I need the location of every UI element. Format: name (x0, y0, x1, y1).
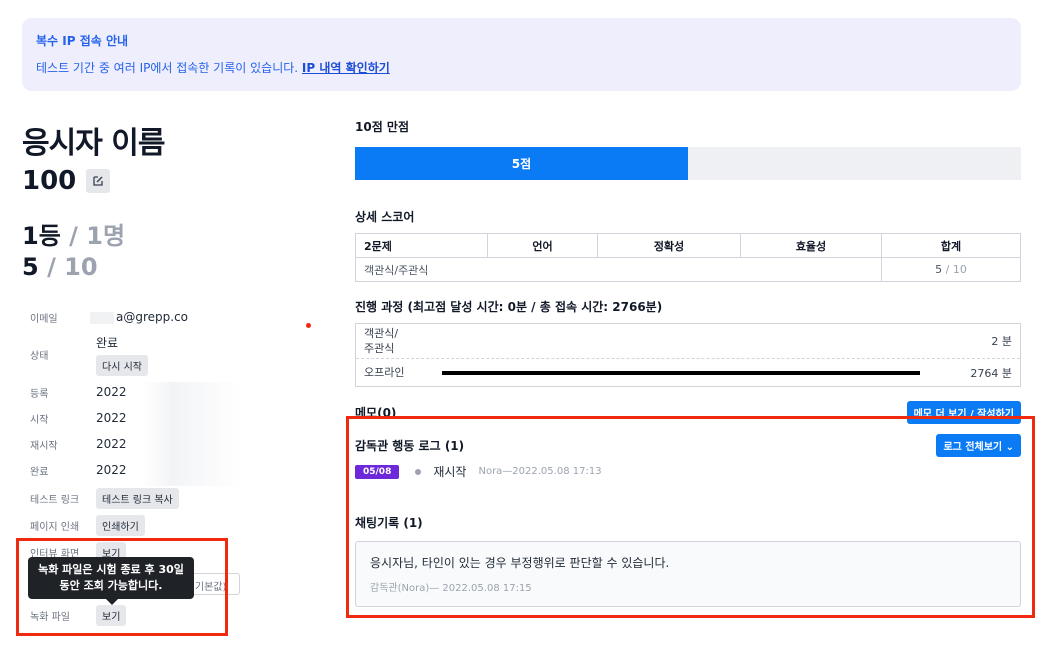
score-bar: 5점 (355, 147, 1021, 180)
masked-text (90, 311, 114, 324)
ip-history-link[interactable]: IP 내역 확인하기 (302, 61, 390, 75)
info-print: 페이지 인쇄 인쇄하기 (22, 515, 322, 536)
highlight-box-left (16, 538, 228, 636)
edit-score-button[interactable] (86, 169, 111, 193)
table-header: 합계 (881, 233, 1021, 258)
table-header: 언어 (487, 233, 598, 258)
progress-row: 오프라인 2764 분 (356, 358, 1020, 386)
info-status: 상태 완료 다시 시작 (22, 334, 322, 376)
notice-title: 복수 IP 접속 안내 (36, 34, 129, 48)
score-bar-title: 10점 만점 (355, 120, 409, 134)
info-test-link: 테스트 링크 테스트 링크 복사 (22, 488, 322, 509)
table-header: 효율성 (740, 233, 882, 258)
highlight-dot (306, 323, 311, 328)
candidate-points: 5 / 10 (22, 253, 98, 281)
candidate-score: 100 (22, 166, 77, 196)
progress-table: 객관식/ 주관식 2 분 오프라인 2764 분 (355, 323, 1021, 387)
progress-track (442, 339, 920, 343)
candidate-summary: 응시자 이름 100 1등 / 1명 5 / 10 (22, 118, 322, 281)
print-button[interactable]: 인쇄하기 (96, 515, 145, 536)
progress-line (442, 370, 920, 375)
candidate-rank: 1등 / 1명 (22, 222, 126, 250)
progress-row: 객관식/ 주관식 2 분 (364, 327, 1012, 355)
edit-icon (93, 176, 103, 186)
table-header: 2문제 (355, 233, 488, 258)
progress-track (442, 370, 920, 375)
table-row: 객관식/주관식 5 / 10 (355, 257, 1021, 282)
copy-test-link-button[interactable]: 테스트 링크 복사 (96, 488, 179, 509)
restart-test-button[interactable]: 다시 시작 (96, 355, 148, 376)
info-email: 이메일 a@grepp.co (30, 310, 189, 325)
notice-body: 테스트 기간 중 여러 IP에서 접속한 기록이 있습니다. IP 내역 확인하… (36, 59, 1007, 76)
notice-text: 테스트 기간 중 여러 IP에서 접속한 기록이 있습니다. (36, 61, 299, 75)
masked-dates (142, 382, 242, 486)
detail-score-title: 상세 스코어 (355, 210, 415, 224)
detail-score-table: 2문제 언어 정확성 효율성 합계 객관식/주관식 5 / 10 (355, 233, 1021, 282)
multi-ip-notice: 복수 IP 접속 안내 테스트 기간 중 여러 IP에서 접속한 기록이 있습니… (22, 18, 1021, 91)
candidate-name: 응시자 이름 (22, 126, 165, 161)
highlight-box-right (346, 416, 1035, 618)
progress-title: 진행 과정 (최고점 달성 시간: 0분 / 총 접속 시간: 2766분) (355, 300, 663, 314)
score-bar-fill: 5점 (355, 147, 688, 180)
table-header: 정확성 (597, 233, 741, 258)
